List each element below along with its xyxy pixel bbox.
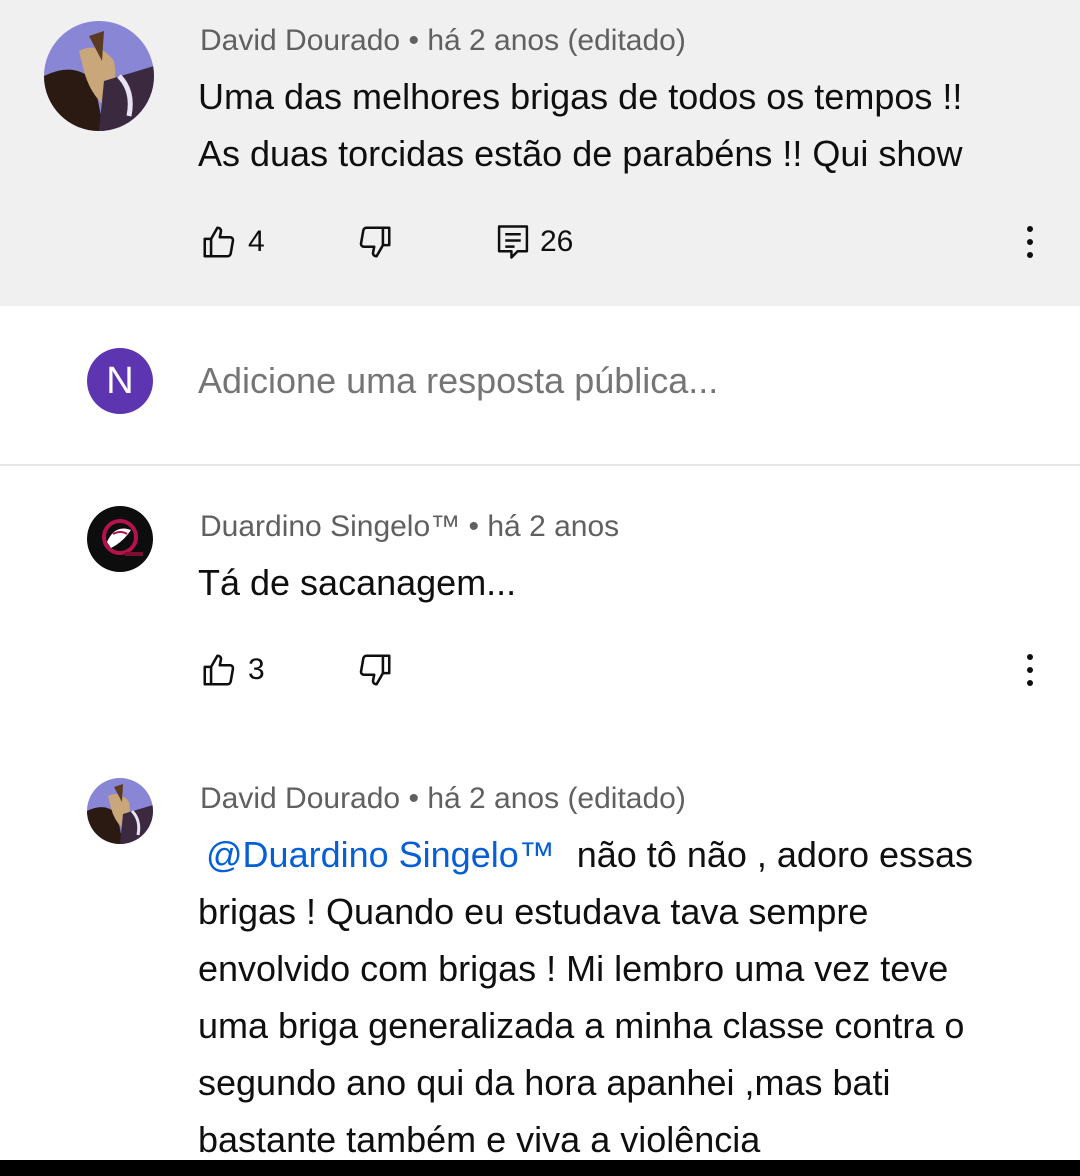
highlighted-comment: David Dourado • há 2 anos (editado) Uma … [0, 0, 1080, 306]
like-count: 3 [248, 653, 265, 686]
comment-text: Tá de sacanagem... [198, 554, 516, 611]
separator: • [468, 510, 480, 543]
comment-line: envolvido com brigas ! Mi lembro uma vez… [198, 948, 949, 989]
comment-text: @Duardino Singelo™ não tô não , adoro ess… [198, 826, 973, 1168]
author-name[interactable]: Duardino Singelo™ [200, 510, 460, 543]
thumbs-up-icon [203, 654, 235, 686]
reply-input[interactable] [198, 360, 1018, 402]
comment-line: @Duardino Singelo™ não tô não , adoro ess… [198, 826, 973, 883]
more-vert-icon[interactable] [1020, 648, 1040, 692]
comment-line-start: não tô não , adoro essas [576, 834, 974, 875]
dislike-button[interactable] [356, 648, 394, 692]
thumbs-down-icon [359, 654, 391, 686]
like-count: 4 [248, 225, 265, 258]
replies-button[interactable]: 26 [496, 220, 573, 264]
comment-meta: David Dourado • há 2 anos (editado) [200, 24, 686, 58]
separator: • [408, 24, 419, 57]
comment-meta: David Dourado • há 2 anos (editado) [200, 782, 686, 816]
mention-link[interactable]: @Duardino Singelo™ [206, 834, 555, 875]
comment-line: Uma das melhores brigas de todos os temp… [198, 76, 963, 117]
timestamp: há 2 anos (editado) [427, 24, 686, 57]
thumbs-down-icon [359, 226, 391, 258]
like-button[interactable]: 4 [200, 220, 265, 264]
reply-count: 26 [540, 225, 574, 258]
separator: • [408, 782, 419, 815]
avatar[interactable] [87, 506, 153, 572]
comment-meta: Duardino Singelo™ • há 2 anos [200, 510, 619, 544]
reply-composer: N [0, 306, 1080, 466]
avatar[interactable] [44, 21, 154, 131]
like-button[interactable]: 3 [200, 648, 265, 692]
comment-line: uma briga generalizada a minha classe co… [198, 1005, 965, 1046]
avatar[interactable] [87, 778, 153, 844]
comment-line: Tá de sacanagem... [198, 562, 517, 603]
comment-line: segundo ano qui da hora apanhei ,mas bat… [198, 1062, 891, 1103]
comment-text: Uma das melhores brigas de todos os temp… [198, 68, 962, 182]
comment-actions: 3 [200, 648, 1060, 692]
author-name[interactable]: David Dourado [200, 24, 400, 57]
bottom-edge [0, 1160, 1080, 1176]
user-avatar: N [87, 348, 153, 414]
more-vert-icon[interactable] [1020, 220, 1040, 264]
comment-actions: 4 26 [200, 220, 1060, 264]
dislike-button[interactable] [356, 220, 394, 264]
comment-line: As duas torcidas estão de parabéns !! Qu… [198, 133, 963, 174]
timestamp: há 2 anos (editado) [427, 782, 686, 815]
author-name[interactable]: David Dourado [200, 782, 400, 815]
reply-icon [497, 225, 529, 259]
comment-line: brigas ! Quando eu estudava tava sempre [198, 891, 869, 932]
thumbs-up-icon [203, 226, 235, 258]
timestamp: há 2 anos [487, 510, 620, 543]
